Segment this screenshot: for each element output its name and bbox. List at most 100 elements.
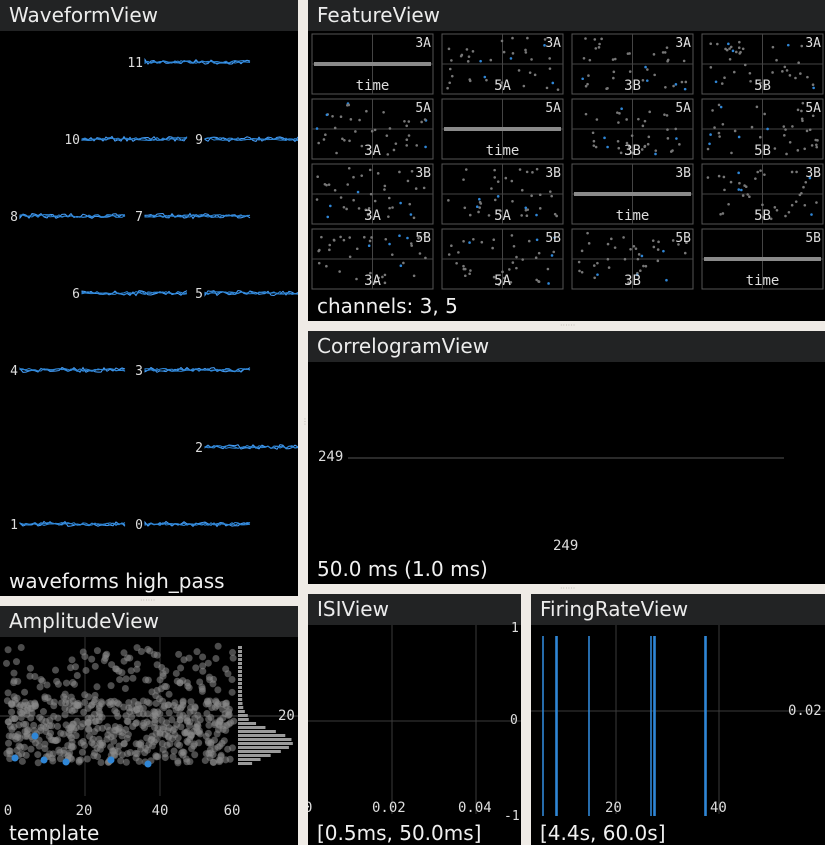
channel-label: 7 <box>135 210 143 225</box>
amplitude-histogram-bar <box>238 762 253 765</box>
amplitude-selected-spike <box>144 760 152 768</box>
amplitude-x-tick: 0 <box>4 803 12 819</box>
isi-x-tick-0: 0 <box>308 800 313 816</box>
isi-x-tick-2: 0.04 <box>458 800 492 816</box>
feature-cell[interactable]: 5A time <box>441 98 564 160</box>
firing-rate-plot[interactable] <box>531 594 825 845</box>
amplitude-histogram-bar <box>238 750 281 753</box>
feature-cell-corner-label: 5A <box>805 101 821 116</box>
feature-cell-corner-label: 5A <box>415 101 431 116</box>
feature-cell[interactable]: 5B 3A <box>311 228 434 290</box>
feature-cell[interactable]: 3A time <box>311 33 434 95</box>
feature-cell-corner-label: 3A <box>415 36 431 51</box>
amplitude-histogram-bar <box>238 678 243 681</box>
isi-y-tick-mid: 0 <box>510 713 518 728</box>
feature-cell-axis-label: 3B <box>624 273 641 289</box>
feature-cell-axis-label: time <box>746 273 780 289</box>
feature-cell[interactable]: 3B 3A <box>311 163 434 225</box>
amplitude-selected-spike <box>107 756 115 764</box>
feature-cell-corner-label: 5B <box>675 231 691 246</box>
feature-cell[interactable]: 5B time <box>701 228 824 290</box>
waveform-status: waveforms high_pass <box>9 569 225 593</box>
feature-cell[interactable]: 3B time <box>571 163 694 225</box>
amplitude-histogram-bar <box>238 686 243 689</box>
firing-x-tick-40: 40 <box>710 800 727 816</box>
feature-cell[interactable]: 3B 5B <box>701 163 824 225</box>
feature-cell-corner-label: 5A <box>675 101 691 116</box>
feature-cell-axis-label: time <box>486 143 520 159</box>
amplitude-selected-spike <box>11 754 19 762</box>
feature-cell[interactable]: 5B 3B <box>571 228 694 290</box>
amplitude-selected-spike <box>31 732 39 740</box>
amplitude-histogram-bar <box>238 646 242 649</box>
feature-cell-axis-label: 5B <box>754 208 771 224</box>
isi-view-panel[interactable]: ISIView 1 0 -1 0 0.02 0.04 [0.5ms, 50.0m… <box>308 594 521 845</box>
feature-cell-corner-label: 5B <box>545 231 561 246</box>
feature-view-panel[interactable]: FeatureView 3A time 3A 5A 3A 3B 3A 5B 5A 3A 5A time… <box>308 0 825 321</box>
feature-cell[interactable]: 5A 5B <box>701 98 824 160</box>
waveform-resize-handle[interactable]: ······ <box>140 597 155 605</box>
amplitude-plot[interactable]: 0 20 40 60 20 <box>0 606 298 845</box>
feature-cell-axis-label: 3A <box>364 273 381 289</box>
feature-cell-axis-label: 3A <box>364 143 381 159</box>
channel-label: 9 <box>195 133 203 148</box>
amplitude-x-tick: 20 <box>76 803 93 819</box>
channel-label: 10 <box>64 133 80 148</box>
amplitude-histogram-bar <box>238 702 243 705</box>
feature-cell-corner-label: 3A <box>675 36 691 51</box>
feature-cell-axis-label: 3A <box>364 208 381 224</box>
feature-cell[interactable]: 3B 5A <box>441 163 564 225</box>
channel-label: 4 <box>10 364 18 379</box>
amplitude-histogram-bar <box>238 650 242 653</box>
channel-label: 5 <box>195 287 203 302</box>
channel-label: 6 <box>72 287 80 302</box>
correlogram-view-panel[interactable]: CorrelogramView 249 249 50.0 ms (1.0 ms) <box>308 331 825 584</box>
feature-cell[interactable]: 3A 5B <box>701 33 824 95</box>
feature-cell[interactable]: 5B 5A <box>441 228 564 290</box>
correlogram-y-label: 249 <box>318 449 344 465</box>
correlogram-resize-handle[interactable]: ······ <box>560 585 575 593</box>
channel-label: 8 <box>10 210 18 225</box>
feature-grid[interactable]: 3Atime3A5A3A3B3A5B5A3A5Atime5A3B5A5B3B3A… <box>308 0 825 321</box>
vertical-splitter-handle[interactable]: ⋮ <box>301 418 309 426</box>
isi-y-tick-top: 1 <box>511 621 519 636</box>
feature-cell-corner-label: 5A <box>545 101 561 116</box>
channel-label: 0 <box>135 518 143 533</box>
feature-cell-corner-label: 3B <box>805 166 821 181</box>
amplitude-histogram-bar <box>238 698 243 701</box>
feature-cell-corner-label: 3B <box>545 166 561 181</box>
waveform-plot[interactable]: 1110 98 76 54 321 0 <box>0 0 298 596</box>
feature-status: channels: 3, 5 <box>317 294 458 318</box>
amplitude-histogram-bar <box>238 742 293 745</box>
feature-cell-axis-label: 3B <box>624 143 641 159</box>
firing-y-tick: 0.02 <box>788 703 822 719</box>
firing-rate-view-panel[interactable]: FiringRateView 0.02 20 40 [4.4s, 60.0s] <box>531 594 825 845</box>
waveform-view-panel[interactable]: WaveformView 11 10 9 8 7 6 5 4 3 2 1 0 waveforms hi… <box>0 0 298 596</box>
amplitude-view-panel[interactable]: AmplitudeView 0 20 40 60 20 template <box>0 606 298 845</box>
amplitude-histogram-bar <box>238 670 243 673</box>
isi-status: [0.5ms, 50.0ms] <box>317 821 482 845</box>
feature-cell[interactable]: 3A 3B <box>571 33 694 95</box>
feature-cell-axis-label: 5A <box>494 78 511 94</box>
amplitude-x-tick: 40 <box>152 803 169 819</box>
feature-cell-axis-label: 5B <box>754 78 771 94</box>
feature-cell-corner-label: 3B <box>675 166 691 181</box>
firing-status: [4.4s, 60.0s] <box>540 821 666 845</box>
feature-cell[interactable]: 3A 5A <box>441 33 564 95</box>
amplitude-histogram-bar <box>238 734 286 737</box>
correlogram-x-label: 249 <box>553 538 579 554</box>
amplitude-histogram-bar <box>238 662 242 665</box>
correlogram-status: 50.0 ms (1.0 ms) <box>317 557 488 581</box>
amplitude-histogram-bar <box>238 706 244 709</box>
feature-resize-handle[interactable]: ······ <box>560 322 575 330</box>
amplitude-histogram-bar <box>238 746 289 749</box>
feature-cell[interactable]: 5A 3A <box>311 98 434 160</box>
amplitude-histogram-bar <box>238 666 242 669</box>
isi-x-tick-1: 0.02 <box>372 800 406 816</box>
amplitude-histogram-bar <box>238 726 266 729</box>
channel-label: 2 <box>195 441 203 456</box>
feature-cell[interactable]: 5A 3B <box>571 98 694 160</box>
amplitude-histogram-bar <box>238 674 243 677</box>
channel-label: 3 <box>135 364 143 379</box>
feature-cell-axis-label: 5B <box>754 143 771 159</box>
